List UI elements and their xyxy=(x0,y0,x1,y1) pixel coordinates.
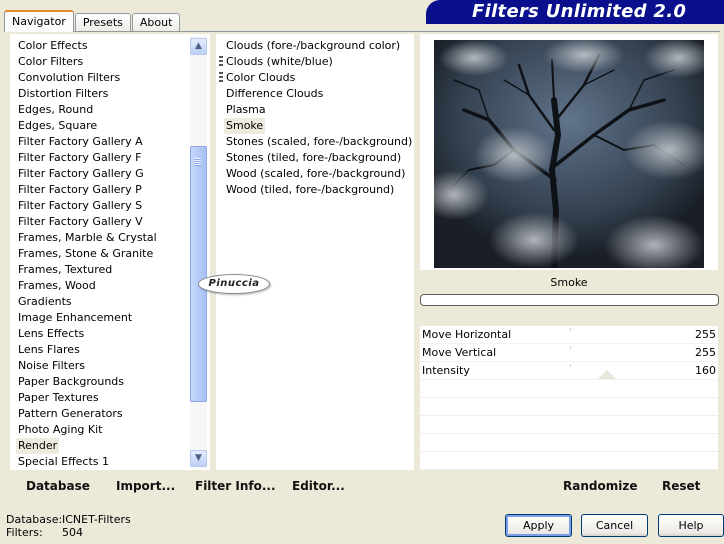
filter-item[interactable]: Stones (scaled, fore-/background) xyxy=(226,134,412,150)
drag-grip-icon xyxy=(219,56,223,68)
tree-smoke-illustration xyxy=(434,40,704,268)
param-name: Move Horizontal xyxy=(422,328,512,341)
category-item[interactable]: Noise Filters xyxy=(18,358,85,374)
preview-filter-name: Smoke xyxy=(550,276,588,289)
category-item[interactable]: Filter Factory Gallery F xyxy=(18,150,141,166)
category-item[interactable]: Pattern Generators xyxy=(18,406,123,422)
tab-navigator[interactable]: Navigator xyxy=(4,10,74,32)
filter-item[interactable]: Plasma xyxy=(226,102,266,118)
empty-param-row xyxy=(420,416,718,434)
filter-item[interactable]: Clouds (white/blue) xyxy=(226,54,333,70)
empty-param-row xyxy=(420,398,718,416)
category-item[interactable]: Edges, Round xyxy=(18,102,93,118)
parameter-list: Move Horizontal 255 Move Vertical 255 Intens… xyxy=(420,326,718,470)
filter-item[interactable]: Wood (scaled, fore-/background) xyxy=(226,166,405,182)
category-item[interactable]: Image Enhancement xyxy=(18,310,132,326)
category-item[interactable]: Frames, Wood xyxy=(18,278,96,294)
filters-label: Filters: xyxy=(6,526,43,539)
param-row[interactable]: Intensity 160 xyxy=(420,362,718,380)
category-item[interactable]: Lens Flares xyxy=(18,342,80,358)
scroll-down-button[interactable]: ▼ xyxy=(190,450,207,467)
category-item[interactable]: Convolution Filters xyxy=(18,70,120,86)
category-item[interactable]: Color Effects xyxy=(18,38,88,54)
category-item[interactable]: Filter Factory Gallery V xyxy=(18,214,143,230)
category-item[interactable]: Frames, Textured xyxy=(18,262,112,278)
param-row[interactable]: Move Horizontal 255 xyxy=(420,326,718,344)
filter-item[interactable]: Clouds (fore-/background color) xyxy=(226,38,400,54)
filter-list[interactable]: Clouds (fore-/background color) Clouds (w… xyxy=(216,34,414,470)
category-item[interactable]: Filter Factory Gallery G xyxy=(18,166,144,182)
scroll-thumb[interactable] xyxy=(190,146,207,402)
param-value: 160 xyxy=(695,364,716,377)
status-info: Database:ICNET-Filters Filters: 504 xyxy=(6,513,131,539)
tab-strip: Navigator Presets About xyxy=(4,10,181,32)
watermark-label: Pinuccia xyxy=(198,274,270,294)
apply-button[interactable]: Apply xyxy=(505,514,572,537)
slider-tick xyxy=(570,364,571,367)
category-item[interactable]: Paper Textures xyxy=(18,390,99,406)
tab-about[interactable]: About xyxy=(131,13,181,32)
right-toolbar: Randomize Reset xyxy=(420,474,718,498)
category-item[interactable]: Frames, Marble & Crystal xyxy=(18,230,157,246)
cancel-button[interactable]: Cancel xyxy=(581,514,648,537)
left-toolbar: Database Import... Filter Info... Editor… xyxy=(10,474,414,498)
progress-bar xyxy=(420,294,719,306)
banner-title: Filters Unlimited 2.0 xyxy=(472,1,687,22)
editor-button[interactable]: Editor... xyxy=(292,474,345,498)
slider-tick xyxy=(570,328,571,331)
param-value: 255 xyxy=(695,346,716,359)
category-item[interactable]: Frames, Stone & Granite xyxy=(18,246,153,262)
tab-divider xyxy=(4,31,720,32)
slider-tick xyxy=(570,346,571,349)
category-item[interactable]: Render xyxy=(16,438,60,454)
database-button[interactable]: Database xyxy=(26,474,90,498)
import-button[interactable]: Import... xyxy=(116,474,175,498)
filter-info-button[interactable]: Filter Info... xyxy=(195,474,276,498)
database-value: ICNET-Filters xyxy=(62,513,131,526)
category-item[interactable]: Color Filters xyxy=(18,54,83,70)
filter-item[interactable]: Color Clouds xyxy=(226,70,295,86)
scroll-up-button[interactable]: ▲ xyxy=(190,38,207,55)
database-label: Database: xyxy=(6,513,63,526)
randomize-button[interactable]: Randomize xyxy=(563,474,637,498)
category-item[interactable]: Distortion Filters xyxy=(18,86,108,102)
scroll-grip-icon xyxy=(194,158,201,166)
param-row[interactable]: Move Vertical 255 xyxy=(420,344,718,362)
empty-param-row xyxy=(420,452,718,470)
filter-item[interactable]: Wood (tiled, fore-/background) xyxy=(226,182,394,198)
filters-count: 504 xyxy=(62,526,83,539)
drag-grip-icon xyxy=(219,72,223,84)
category-item[interactable]: Filter Factory Gallery A xyxy=(18,134,143,150)
title-banner: Filters Unlimited 2.0 xyxy=(426,0,724,24)
param-name: Move Vertical xyxy=(422,346,497,359)
param-value: 255 xyxy=(695,328,716,341)
category-item[interactable]: Lens Effects xyxy=(18,326,84,342)
empty-param-row xyxy=(420,434,718,452)
empty-param-row xyxy=(420,380,718,398)
param-name: Intensity xyxy=(422,364,470,377)
help-button[interactable]: Help xyxy=(658,514,724,537)
category-item[interactable]: Filter Factory Gallery S xyxy=(18,198,142,214)
category-item[interactable]: Edges, Square xyxy=(18,118,97,134)
category-item[interactable]: Paper Backgrounds xyxy=(18,374,124,390)
slider-marker-icon xyxy=(598,370,616,379)
category-item[interactable]: Filter Factory Gallery P xyxy=(18,182,142,198)
category-list[interactable]: Color Effects Color Filters Convolution Fi… xyxy=(10,34,210,470)
category-scrollbar[interactable]: ▲ ▼ xyxy=(190,36,207,468)
preview-image xyxy=(434,40,704,268)
filter-item[interactable]: Stones (tiled, fore-/background) xyxy=(226,150,401,166)
reset-button[interactable]: Reset xyxy=(662,474,700,498)
filter-item[interactable]: Difference Clouds xyxy=(226,86,323,102)
category-item[interactable]: Photo Aging Kit xyxy=(18,422,102,438)
category-item[interactable]: Gradients xyxy=(18,294,72,310)
category-item[interactable]: Special Effects 1 xyxy=(18,454,109,470)
filter-item[interactable]: Smoke xyxy=(224,118,266,134)
tab-presets[interactable]: Presets xyxy=(74,13,131,32)
